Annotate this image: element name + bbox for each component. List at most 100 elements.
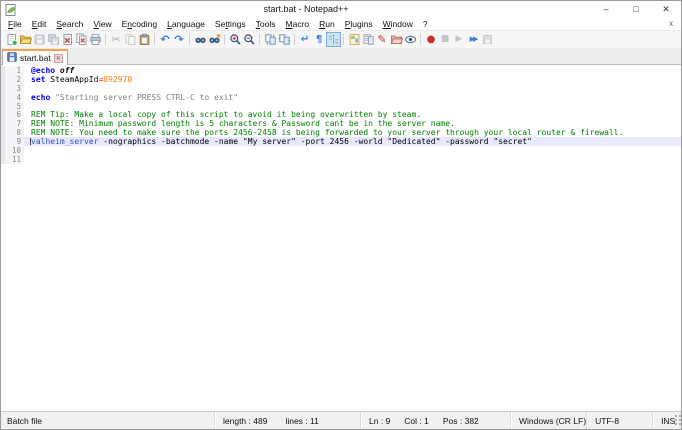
macro-save-icon[interactable] — [481, 33, 494, 46]
code-line-3[interactable]: 3 — [1, 83, 681, 93]
macro-record-icon[interactable]: ● — [425, 33, 438, 46]
code-line-9[interactable]: 9 valheim_server -nographics -batchmode -… — [1, 137, 681, 146]
close-all-documents-icon[interactable] — [75, 33, 88, 46]
show-all-characters-icon[interactable]: ¶ — [313, 33, 326, 46]
status-line: Ln : 9 — [369, 415, 391, 426]
open-file-icon[interactable] — [19, 33, 32, 46]
zoom-out-icon[interactable] — [243, 33, 256, 46]
menu-item-edit[interactable]: Edit — [27, 19, 52, 29]
save-icon[interactable] — [33, 33, 46, 46]
line-number: 2 — [5, 74, 24, 84]
toolbar-separator — [154, 34, 155, 45]
status-pos: Pos : 382 — [442, 415, 479, 426]
menu-item-run[interactable]: Run — [314, 19, 340, 29]
code-line-7[interactable]: 7 REM NOTE: Minimum password length is 5 … — [1, 119, 681, 128]
menu-item-view[interactable]: View — [88, 19, 116, 29]
maximize-icon[interactable]: □ — [621, 1, 651, 17]
replace-icon[interactable] — [208, 33, 221, 46]
menu-item-file[interactable]: File — [3, 19, 27, 29]
toolbar: ✂ ↶ ↷ ↵ ¶ ✎ ● ■ ▶ ▶▶ — [1, 30, 681, 48]
notepad-plus-plus-window: start.bat - Notepad++ – □ ✕ File Edit Sear… — [0, 0, 682, 430]
line-number: 4 — [5, 92, 24, 102]
menu-item-language[interactable]: Language — [162, 19, 210, 29]
code-line-1[interactable]: 1 @echo off — [1, 66, 681, 75]
menu-item-macro[interactable]: Macro — [281, 19, 315, 29]
close-document-icon[interactable] — [61, 33, 74, 46]
menu-item-window[interactable]: Window — [378, 19, 418, 29]
menu-item-encoding[interactable]: Encoding — [117, 19, 162, 29]
status-encoding[interactable]: UTF-8 — [586, 412, 652, 429]
macro-playback-icon[interactable]: ▶ — [453, 33, 466, 46]
code-text: valheim_server -nographics -batchmode -n… — [24, 137, 681, 146]
token: valheim_server — [31, 137, 99, 147]
redo-icon[interactable]: ↷ — [173, 33, 186, 46]
code-line-6[interactable]: 6 REM Tip: Make a local copy of this scri… — [1, 110, 681, 119]
code-line-8[interactable]: 8 REM NOTE: You need to make sure the por… — [1, 128, 681, 137]
minimize-icon[interactable]: – — [591, 1, 621, 17]
document-map-icon[interactable] — [348, 33, 361, 46]
save-all-icon[interactable] — [47, 33, 60, 46]
code-line-10[interactable]: 10 — [1, 146, 681, 155]
token: 892970 — [103, 74, 133, 84]
menu-bar: File Edit Search View Encoding Language Settin… — [1, 17, 681, 30]
toolbar-separator — [343, 34, 344, 45]
token: @echo — [31, 66, 56, 75]
folder-as-workspace-icon[interactable] — [390, 33, 403, 46]
resize-grip[interactable] — [675, 415, 682, 426]
menubar-items: File Edit Search View Encoding Language Settin… — [3, 19, 433, 29]
line-number: 1 — [5, 66, 24, 75]
status-lines: lines : 11 — [285, 415, 319, 426]
undo-icon[interactable]: ↶ — [159, 33, 172, 46]
indent-guide-icon[interactable] — [325, 32, 341, 47]
status-length-lines: length : 489 lines : 11 — [214, 412, 360, 429]
status-bar: Batch file length : 489 lines : 11 Ln : … — [1, 411, 682, 429]
menu-item-tools[interactable]: Tools — [251, 19, 281, 29]
menubar-close-icon[interactable]: x — [669, 19, 673, 28]
code-text: echo "Starting server PRESS CTRL-C to ex… — [24, 93, 681, 102]
menu-item-help[interactable]: ? — [418, 19, 433, 29]
toolbar-separator — [420, 34, 421, 45]
tab-close-icon[interactable]: ✕ — [53, 53, 63, 63]
document-list-icon[interactable] — [362, 33, 375, 46]
title-bar: start.bat - Notepad++ – □ ✕ — [1, 1, 681, 17]
saved-state-icon — [7, 52, 17, 64]
code-text: REM Tip: Make a local copy of this scrip… — [24, 110, 681, 119]
macro-run-multiple-icon[interactable]: ▶▶ — [467, 33, 480, 46]
menu-item-search[interactable]: Search — [51, 19, 88, 29]
toolbar-separator — [294, 34, 295, 45]
close-icon[interactable]: ✕ — [651, 1, 681, 17]
code-text: REM NOTE: You need to make sure the port… — [24, 128, 681, 137]
paste-icon[interactable] — [138, 33, 151, 46]
function-list-icon[interactable]: ✎ — [376, 33, 389, 46]
token: REM Tip: Make a local copy of this scrip… — [31, 110, 422, 120]
menu-item-plugins[interactable]: Plugins — [340, 19, 378, 29]
menu-item-settings[interactable]: Settings — [210, 19, 251, 29]
status-doc-type: Batch file — [7, 415, 42, 426]
sync-horizontal-icon[interactable] — [278, 33, 291, 46]
new-file-icon[interactable] — [5, 33, 18, 46]
find-icon[interactable] — [194, 33, 207, 46]
editor-lines: 1 @echo off 2 set SteamAppId=892970 3 4 echo "… — [1, 66, 681, 164]
cut-icon[interactable]: ✂ — [110, 33, 123, 46]
line-number: 3 — [5, 83, 24, 93]
line-number: 8 — [5, 128, 24, 137]
zoom-in-icon[interactable] — [229, 33, 242, 46]
window-title: start.bat - Notepad++ — [263, 4, 349, 14]
copy-icon[interactable] — [124, 33, 137, 46]
code-line-5[interactable]: 5 — [1, 101, 681, 111]
code-text: REM NOTE: Minimum password length is 5 c… — [24, 119, 681, 128]
monitoring-icon[interactable] — [404, 33, 417, 46]
macro-stop-icon[interactable]: ■ — [439, 33, 452, 46]
code-line-11[interactable]: 11 — [1, 154, 681, 164]
token: REM NOTE: You need to make sure the port… — [31, 128, 624, 138]
status-insert-mode[interactable]: INS — [652, 412, 682, 429]
token: -nographics -batchmode -name "My server"… — [98, 137, 532, 147]
word-wrap-icon[interactable]: ↵ — [299, 33, 312, 46]
print-icon[interactable] — [89, 33, 102, 46]
code-line-2[interactable]: 2 set SteamAppId=892970 — [1, 74, 681, 84]
editor[interactable]: 1 @echo off 2 set SteamAppId=892970 3 4 echo "… — [1, 65, 681, 411]
code-line-4[interactable]: 4 echo "Starting server PRESS CTRL-C to e… — [1, 92, 681, 102]
sync-vertical-icon[interactable] — [264, 33, 277, 46]
status-eol-format[interactable]: Windows (CR LF) — [510, 412, 586, 429]
tab-start-bat[interactable]: start.bat ✕ — [2, 49, 68, 65]
